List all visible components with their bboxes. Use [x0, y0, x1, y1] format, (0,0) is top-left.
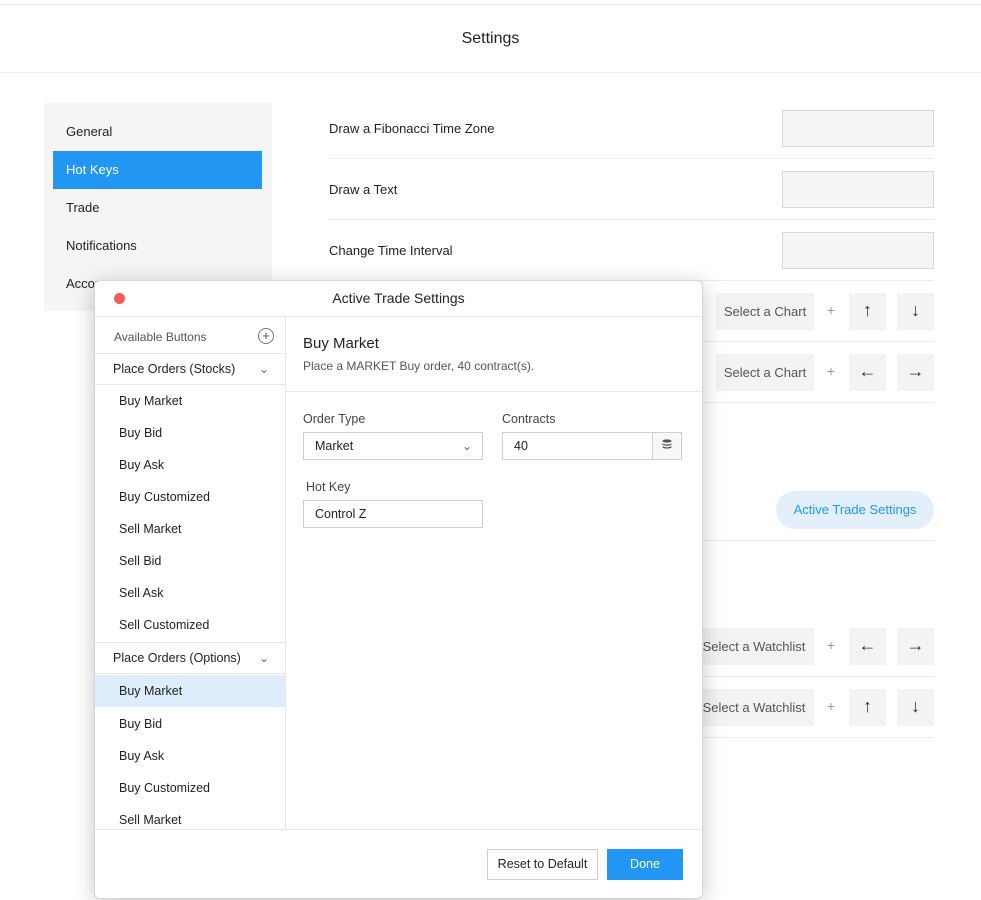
- chevron-down-icon: ⌄: [259, 362, 270, 376]
- time-interval-hotkey-input[interactable]: [782, 232, 934, 269]
- plus-sign: +: [826, 302, 836, 318]
- list-item[interactable]: Buy Customized: [95, 772, 285, 804]
- row-divider: [328, 158, 934, 159]
- available-buttons-pane[interactable]: Available Buttons + Place Orders (Stocks…: [95, 317, 286, 829]
- order-type-select[interactable]: Market ⌄: [303, 432, 483, 460]
- group-label: Place Orders (Stocks): [113, 362, 236, 376]
- close-icon[interactable]: [114, 293, 125, 304]
- header-divider: [0, 72, 981, 73]
- arrow-right-icon[interactable]: →: [897, 354, 934, 391]
- contracts-input[interactable]: 40: [502, 432, 652, 460]
- arrow-left-icon[interactable]: ←: [849, 628, 886, 665]
- page-title: Settings: [461, 30, 520, 47]
- list-item[interactable]: Sell Market: [95, 513, 285, 545]
- row-label-time-interval: Change Time Interval: [329, 243, 453, 258]
- order-type-value: Market: [315, 439, 354, 453]
- select-watchlist-button[interactable]: Select a Watchlist: [694, 689, 814, 726]
- contracts-label: Contracts: [502, 412, 556, 426]
- select-watchlist-button[interactable]: Select a Watchlist: [694, 628, 814, 665]
- done-button[interactable]: Done: [607, 849, 683, 880]
- select-chart-button[interactable]: Select a Chart: [716, 293, 814, 330]
- row-label-draw-text: Draw a Text: [329, 182, 398, 197]
- list-item[interactable]: Buy Customized: [95, 481, 285, 513]
- plus-sign: +: [826, 363, 836, 379]
- select-chart-button[interactable]: Select a Chart: [716, 354, 814, 391]
- detail-title: Buy Market: [303, 335, 379, 352]
- list-item-selected[interactable]: Buy Market: [95, 675, 285, 707]
- database-stack-icon[interactable]: [652, 432, 682, 460]
- list-item[interactable]: Buy Bid: [95, 708, 285, 740]
- list-item[interactable]: Sell Bid: [95, 545, 285, 577]
- detail-description: Place a MARKET Buy order, 40 contract(s)…: [303, 359, 535, 373]
- arrow-left-icon[interactable]: ←: [849, 354, 886, 391]
- active-trade-settings-button[interactable]: Active Trade Settings: [776, 491, 934, 529]
- chevron-down-icon: ⌄: [259, 651, 270, 665]
- arrow-down-icon[interactable]: ↓: [897, 293, 934, 330]
- list-item[interactable]: Buy Bid: [95, 417, 285, 449]
- group-label: Place Orders (Options): [113, 651, 241, 665]
- sidebar-item-hot-keys[interactable]: Hot Keys: [53, 151, 262, 189]
- sidebar-item-general[interactable]: General: [53, 113, 262, 151]
- fibonacci-hotkey-input[interactable]: [782, 110, 934, 147]
- sidebar-item-trade[interactable]: Trade: [53, 189, 262, 227]
- row-label-fibonacci: Draw a Fibonacci Time Zone: [329, 121, 495, 136]
- draw-text-hotkey-input[interactable]: [782, 171, 934, 208]
- reset-to-default-button[interactable]: Reset to Default: [487, 849, 598, 880]
- group-header-stocks[interactable]: Place Orders (Stocks) ⌄: [95, 353, 285, 385]
- list-item[interactable]: Buy Ask: [95, 740, 285, 772]
- list-item[interactable]: Sell Ask: [95, 577, 285, 609]
- dialog-titlebar: Active Trade Settings: [95, 281, 702, 317]
- available-buttons-label: Available Buttons: [114, 330, 207, 344]
- arrow-right-icon[interactable]: →: [897, 628, 934, 665]
- list-item[interactable]: Sell Market: [95, 804, 285, 829]
- sidebar-item-notifications[interactable]: Notifications: [53, 227, 262, 265]
- hotkey-label: Hot Key: [306, 480, 351, 494]
- plus-sign: +: [826, 698, 836, 714]
- dialog-title: Active Trade Settings: [332, 290, 465, 306]
- active-trade-settings-dialog: Active Trade Settings Available Buttons …: [94, 280, 703, 899]
- chevron-down-icon: ⌄: [461, 439, 472, 453]
- arrow-down-icon[interactable]: ↓: [897, 689, 934, 726]
- list-item[interactable]: Buy Ask: [95, 449, 285, 481]
- group-header-options[interactable]: Place Orders (Options) ⌄: [95, 642, 285, 674]
- hotkey-input[interactable]: Control Z: [303, 500, 483, 528]
- list-item[interactable]: Buy Market: [95, 385, 285, 417]
- add-circle-icon[interactable]: +: [258, 328, 274, 344]
- detail-divider: [286, 391, 702, 392]
- list-item[interactable]: Sell Customized: [95, 609, 285, 641]
- order-type-label: Order Type: [303, 412, 366, 426]
- plus-sign: +: [826, 637, 836, 653]
- button-detail-pane: Buy Market Place a MARKET Buy order, 40 …: [286, 317, 702, 829]
- arrow-up-icon[interactable]: ↑: [849, 293, 886, 330]
- dialog-footer: Reset to Default Done: [95, 829, 702, 898]
- arrow-up-icon[interactable]: ↑: [849, 689, 886, 726]
- top-border: [0, 4, 981, 5]
- row-divider: [328, 219, 934, 220]
